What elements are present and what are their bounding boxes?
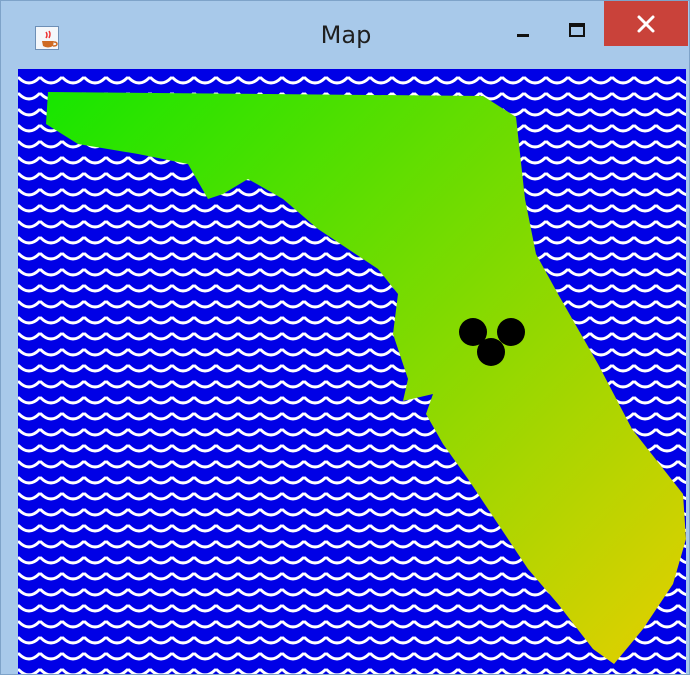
minimize-button[interactable] [499,1,551,46]
close-icon [637,15,655,33]
maximize-icon [569,23,585,37]
close-button[interactable] [604,1,688,46]
map-canvas[interactable] [18,69,686,674]
title-bar[interactable]: Map [1,1,689,69]
app-window: Map [0,0,690,675]
map-marker[interactable] [497,318,525,346]
maximize-button[interactable] [552,1,604,46]
minimize-icon [517,34,529,37]
map-view [18,69,686,674]
map-marker[interactable] [477,338,505,366]
